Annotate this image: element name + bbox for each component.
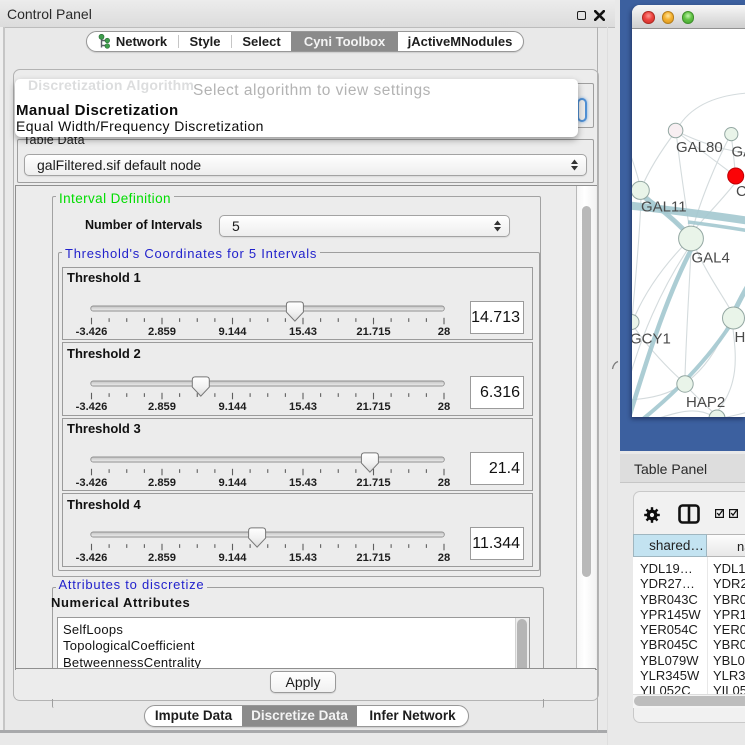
svg-text:GA: GA (732, 144, 745, 161)
svg-text:2.859: 2.859 (148, 326, 176, 338)
svg-text:2.859: 2.859 (148, 552, 176, 564)
svg-text:15.43: 15.43 (289, 552, 317, 564)
svg-text:2.859: 2.859 (148, 477, 176, 489)
svg-text:GAL11: GAL11 (641, 199, 687, 216)
svg-text:GAL80: GAL80 (676, 139, 723, 156)
svg-text:21.715: 21.715 (356, 401, 390, 413)
svg-text:15.43: 15.43 (289, 326, 317, 338)
svg-text:-3.426: -3.426 (76, 552, 108, 564)
svg-text:21.715: 21.715 (356, 477, 390, 489)
svg-text:-3.426: -3.426 (76, 477, 108, 489)
svg-text:28: 28 (438, 326, 450, 338)
svg-text:21.715: 21.715 (356, 326, 390, 338)
svg-text:HAP2: HAP2 (686, 394, 725, 411)
svg-text:2.859: 2.859 (148, 401, 176, 413)
svg-text:15.43: 15.43 (289, 477, 317, 489)
svg-text:9.144: 9.144 (219, 552, 248, 564)
svg-text:15.43: 15.43 (289, 401, 317, 413)
svg-text:9.144: 9.144 (219, 477, 248, 489)
svg-text:GAL4: GAL4 (692, 250, 730, 267)
svg-text:HA: HA (735, 329, 745, 346)
svg-text:9.144: 9.144 (219, 326, 248, 338)
svg-text:CD: CD (736, 183, 745, 200)
svg-text:GCY1: GCY1 (632, 331, 671, 348)
svg-text:28: 28 (438, 477, 450, 489)
svg-text:28: 28 (438, 401, 450, 413)
svg-text:-3.426: -3.426 (76, 401, 108, 413)
svg-text:9.144: 9.144 (219, 401, 248, 413)
svg-text:28: 28 (438, 552, 450, 564)
svg-text:21.715: 21.715 (356, 552, 390, 564)
svg-text:-3.426: -3.426 (76, 326, 108, 338)
